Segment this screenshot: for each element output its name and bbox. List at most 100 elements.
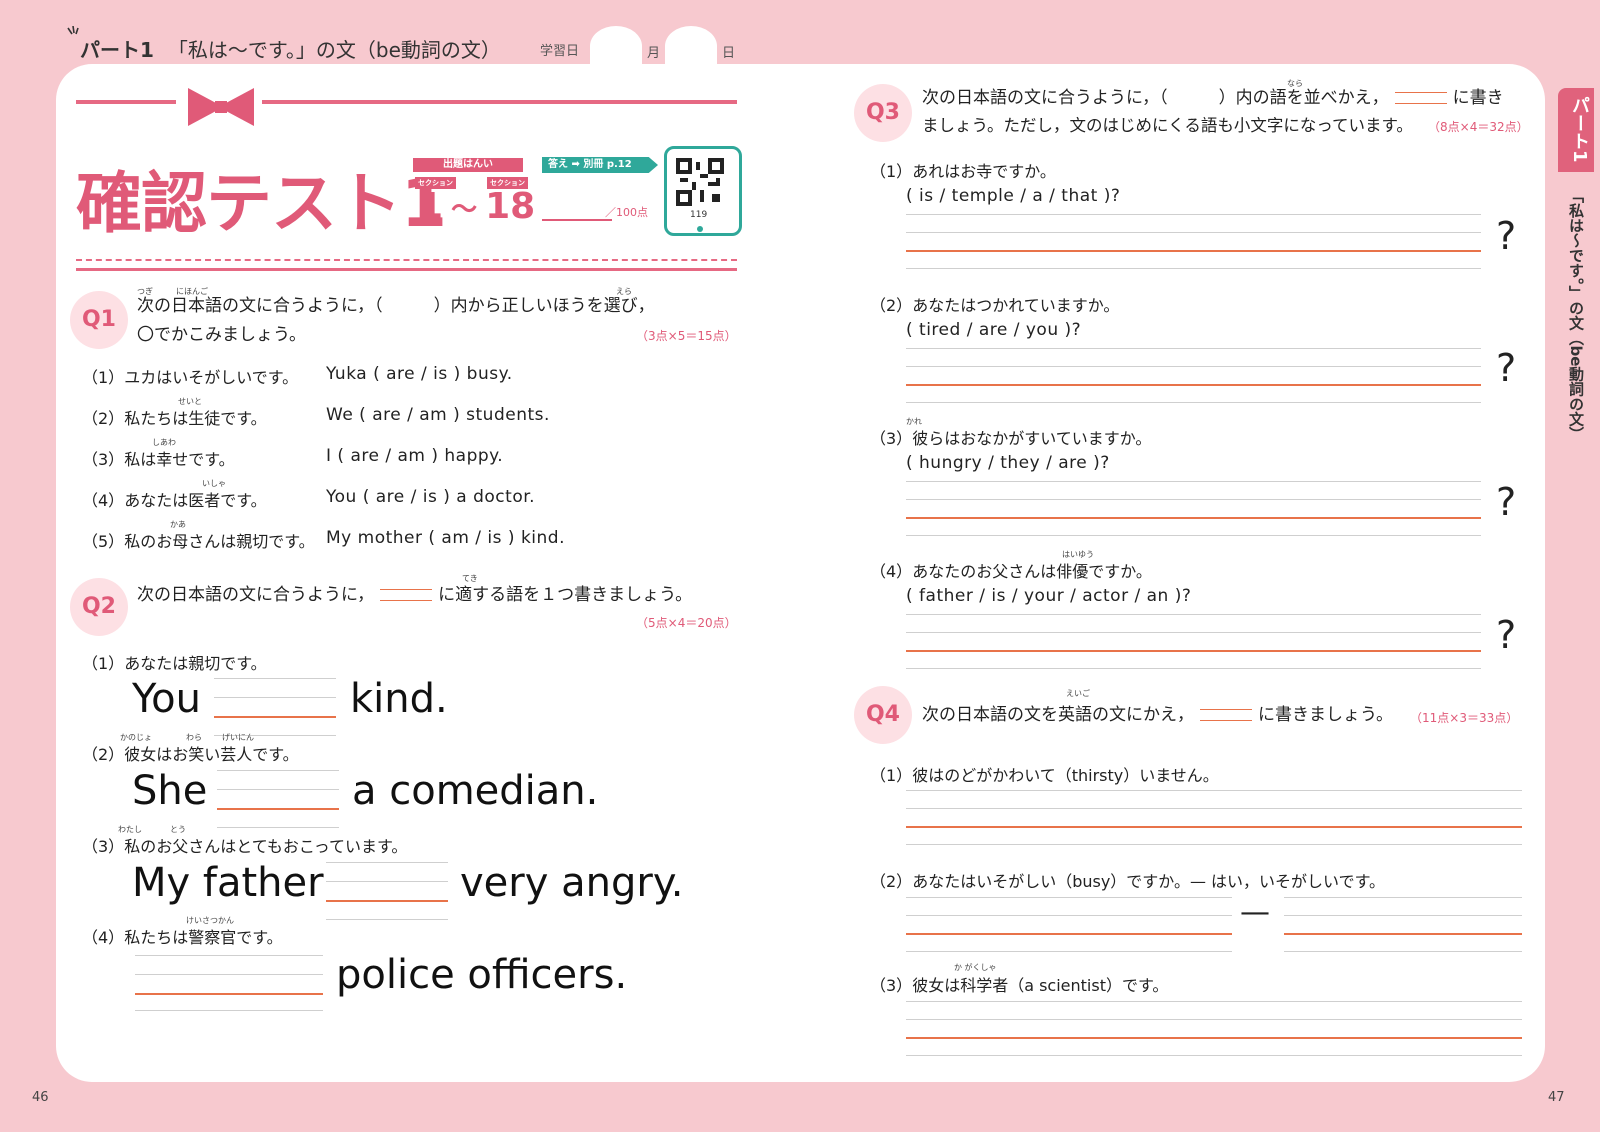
q3-item-3-text: 彼らはおなかがすいていますか。 bbox=[912, 429, 1152, 448]
q4-item-1-guide-bottom bbox=[906, 844, 1522, 845]
phone-button-icon bbox=[697, 226, 703, 232]
q4-item-2-answer-line-question[interactable] bbox=[906, 933, 1232, 935]
q3-instruction-line1a: 次の日本語の文に合うように，（ ）内の語を並べかえ， bbox=[922, 88, 1389, 108]
q4-item-2-text: あなたはいそがしい（busy）ですか。— はい，いそがしいです。 bbox=[912, 872, 1385, 891]
q2-item-2-guide-top bbox=[217, 770, 339, 771]
q2-item-3-post: very angry. bbox=[460, 860, 684, 906]
q3-item-3-guide-top bbox=[906, 481, 1481, 482]
month-field[interactable] bbox=[590, 26, 642, 66]
q1-item-2-en[interactable]: We ( are / am ) students. bbox=[326, 405, 550, 425]
part-header: パート1 「私は〜です。」の文（be動詞の文） bbox=[80, 34, 501, 63]
q1-instruction-line2: 〇でかこみましょう。 bbox=[137, 325, 306, 345]
q2-item-1-answer-line[interactable] bbox=[214, 716, 336, 718]
q3-item-1-words: ( is / temple / a / that )? bbox=[906, 186, 1121, 206]
q1-item-2-num: （2） bbox=[82, 409, 125, 428]
title-dashed-rule bbox=[76, 259, 737, 261]
q1-item-5-en[interactable]: My mother ( am / is ) kind. bbox=[326, 528, 565, 548]
q3-instruction-line2: ましょう。ただし，文のはじめにくる語も小文字になっています。 bbox=[922, 116, 1413, 135]
q2-item-2-guide-bottom bbox=[217, 827, 339, 828]
q1-instruction-line1: 次の日本語の文に合うように，（ ）内から正しいほうを選び， bbox=[137, 296, 655, 316]
q3-instruction-line1: 次の日本語の文に合うように，（ ）内の語を並べかえ， に書き bbox=[922, 84, 1504, 112]
q4-item-2-guide-top-a bbox=[906, 897, 1232, 898]
q2-item-2-text: 彼女はお笑い芸人です。 bbox=[124, 745, 299, 764]
q2-item-2-guide-mid bbox=[217, 789, 339, 790]
q1-item-4-ja: （4）あなたは医者です。 bbox=[82, 487, 267, 511]
q2-item-2-answer-line[interactable] bbox=[217, 808, 339, 810]
q4-item-2-num: （2） bbox=[870, 872, 913, 891]
workbook-spread: パート1 「私は〜です。」の文（be動詞の文） 学習日 月 日 パート1 「私は〜… bbox=[0, 0, 1600, 1132]
q2-item-2-num: （2） bbox=[82, 745, 125, 764]
q1-item-5-text: 私のお母さんは親切です。 bbox=[124, 532, 315, 551]
blank-mark-icon bbox=[1200, 709, 1252, 721]
title-rule-left bbox=[76, 100, 176, 104]
q1-item-5-num: （5） bbox=[82, 532, 125, 551]
q1-item-4-text: あなたは医者です。 bbox=[124, 491, 267, 510]
q4-item-2-answer-line-reply[interactable] bbox=[1284, 933, 1522, 935]
q4-item-2-dash: — bbox=[1240, 895, 1270, 930]
q2-item-1-ja: （1）あなたは親切です。 bbox=[82, 650, 267, 674]
q1-item-3-text: 私は幸せです。 bbox=[124, 450, 235, 469]
q4-item-2-guide-top-b bbox=[1284, 897, 1522, 898]
title-bottom-rule bbox=[76, 268, 737, 271]
q3-item-1-guide-mid bbox=[906, 232, 1481, 233]
qr-code-icon[interactable] bbox=[676, 158, 724, 206]
q3-item-2-words: ( tired / are / you )? bbox=[906, 320, 1082, 340]
sparkle-icon bbox=[67, 26, 79, 35]
test-title: 確認テスト1 bbox=[76, 165, 447, 242]
q1-item-3-en[interactable]: I ( are / am ) happy. bbox=[326, 446, 503, 466]
q3-item-3-answer-line[interactable] bbox=[906, 517, 1481, 519]
q4-item-2-ja: （2）あなたはいそがしい（busy）ですか。— はい，いそがしいです。 bbox=[870, 868, 1385, 892]
q2-item-3-text: 私のお父さんはとてもおこっています。 bbox=[124, 837, 408, 856]
q4-item-3-answer-line[interactable] bbox=[906, 1037, 1522, 1039]
q2-instruction-after: に適する語を１つ書きましょう。 bbox=[438, 585, 693, 605]
q3-item-4-answer-line[interactable] bbox=[906, 650, 1481, 652]
q1-item-1-ja: （1）ユカはいそがしいです。 bbox=[82, 364, 298, 388]
q3-instruction-line1b: に書き bbox=[1452, 88, 1504, 108]
q2-item-3-ja: （3）私のお父さんはとてもおこっています。 bbox=[82, 833, 407, 857]
range-to: 18 bbox=[485, 186, 536, 227]
q3-item-3-num: （3） bbox=[870, 429, 913, 448]
q3-item-4-words: ( father / is / your / actor / an )? bbox=[906, 586, 1192, 606]
page-number-left: 46 bbox=[32, 1090, 49, 1105]
q1-item-1-en[interactable]: Yuka ( are / is ) busy. bbox=[326, 364, 513, 384]
q1-badge: Q1 bbox=[70, 291, 128, 349]
q2-instruction: 次の日本語の文に合うように， に適する語を１つ書きましょう。 bbox=[137, 581, 692, 609]
q3-item-2-guide-top bbox=[906, 348, 1481, 349]
q4-furigana: えいご bbox=[1066, 689, 1090, 698]
range-label: 出題はんい bbox=[413, 158, 523, 172]
q2-item-4-guide-top bbox=[135, 955, 323, 956]
q4-item-2-guide-mid-a bbox=[906, 915, 1232, 916]
q2-item-2-pre: She bbox=[132, 768, 208, 814]
q4-item-3-num: （3） bbox=[870, 976, 913, 995]
q2-item-4-answer-line[interactable] bbox=[135, 993, 323, 995]
q3-item-2-ja: （2）あなたはつかれていますか。 bbox=[870, 292, 1119, 316]
q2-item-3-answer-line[interactable] bbox=[326, 900, 448, 902]
q2-item-2-post: a comedian. bbox=[352, 768, 599, 814]
qr-number: 119 bbox=[690, 210, 708, 220]
q4-item-3-guide-top bbox=[906, 1001, 1522, 1002]
q4-instruction: 次の日本語の文を英語の文にかえ， に書きましょう。 bbox=[922, 701, 1393, 729]
q3-item-2-answer-line[interactable] bbox=[906, 384, 1481, 386]
q3-item-4-guide-top bbox=[906, 614, 1481, 615]
score-field[interactable] bbox=[542, 219, 612, 221]
q2-points: （5点×4＝20点） bbox=[636, 616, 737, 630]
q3-points: （8点×4＝32点） bbox=[1428, 120, 1529, 134]
q3-item-1-answer-line[interactable] bbox=[906, 250, 1481, 252]
q2-item-3-guide-mid bbox=[326, 881, 448, 882]
q3-item-4-num: （4） bbox=[870, 562, 913, 581]
q4-item-2-guide-bottom-b bbox=[1284, 951, 1522, 952]
q3-item-2-guide-bottom bbox=[906, 402, 1481, 403]
q1-item-2-text: 私たちは生徒です。 bbox=[124, 409, 267, 428]
q4-item-3-guide-mid bbox=[906, 1019, 1522, 1020]
q4-item-3-guide-bottom bbox=[906, 1055, 1522, 1056]
q3-badge: Q3 bbox=[854, 84, 912, 142]
q2-instruction-before: 次の日本語の文に合うように， bbox=[137, 585, 375, 605]
answer-reference: 答え ➡ 別冊 p.12 bbox=[542, 157, 658, 173]
day-field[interactable] bbox=[665, 26, 717, 66]
q1-item-4-en[interactable]: You ( are / is ) a doctor. bbox=[326, 487, 535, 507]
q4-item-1-answer-line[interactable] bbox=[906, 826, 1522, 828]
q3-item-4-text: あなたのお父さんは俳優ですか。 bbox=[912, 562, 1152, 581]
q2-item-4-num: （4） bbox=[82, 928, 125, 947]
q2-item-1-num: （1） bbox=[82, 654, 125, 673]
section-range: 1 〜 18 bbox=[418, 186, 535, 227]
